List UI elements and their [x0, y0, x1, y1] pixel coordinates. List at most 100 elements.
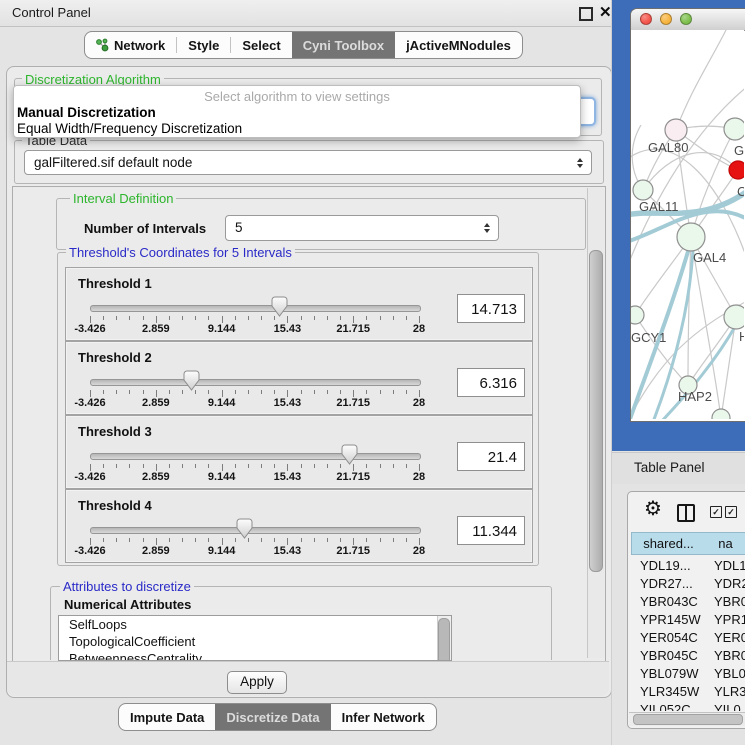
close-traffic-light-icon[interactable]	[640, 13, 652, 25]
slider-track[interactable]	[90, 379, 421, 386]
tick-label: 28	[413, 323, 425, 335]
tick-mark	[103, 390, 104, 394]
checkbox-icon[interactable]: ✓	[725, 506, 737, 518]
tick-mark	[366, 390, 367, 394]
tab-impute-data[interactable]: Impute Data	[119, 704, 215, 730]
hscrollbar-thumb[interactable]	[633, 714, 743, 725]
attribute-list-item[interactable]: TopologicalCoefficient	[59, 633, 451, 650]
tick-mark	[116, 464, 117, 468]
zoom-traffic-light-icon[interactable]	[680, 13, 692, 25]
list-scrollbar-thumb[interactable]	[438, 618, 450, 661]
slider-thumb[interactable]	[341, 444, 358, 465]
algorithm-option[interactable]: Manual Discretization	[14, 105, 580, 121]
threshold-row: Threshold 3-3.4262.8599.14415.4321.71528…	[65, 415, 533, 489]
network-node[interactable]	[724, 118, 744, 140]
tick-mark	[90, 390, 91, 397]
float-window-icon[interactable]	[579, 7, 593, 21]
network-window-titlebar[interactable]	[631, 9, 745, 31]
network-edge[interactable]	[676, 30, 726, 130]
network-edge[interactable]	[635, 315, 688, 385]
algorithm-option[interactable]: Equal Width/Frequency Discretization	[14, 121, 580, 137]
tab-discretize-data[interactable]: Discretize Data	[215, 704, 330, 730]
tick-mark	[129, 390, 130, 394]
table-row[interactable]: YDL19...YDL1	[631, 557, 745, 575]
network-node[interactable]	[631, 306, 644, 324]
table-row[interactable]: YER054CYER0	[631, 629, 745, 647]
threshold-value-field[interactable]: 14.713	[457, 294, 525, 323]
apply-button[interactable]: Apply	[227, 671, 287, 694]
table-row[interactable]: YBR043CYBR0	[631, 593, 745, 611]
tick-mark	[208, 316, 209, 320]
tick-label: -3.426	[74, 471, 105, 483]
tick-mark	[103, 464, 104, 468]
minimize-traffic-light-icon[interactable]	[660, 13, 672, 25]
slider-thumb[interactable]	[271, 296, 288, 317]
tab-infer-network[interactable]: Infer Network	[331, 704, 436, 730]
attributes-list-items: SelfLoopsTopologicalCoefficientBetweenne…	[59, 616, 451, 661]
tick-mark	[301, 464, 302, 468]
network-node[interactable]	[665, 119, 687, 141]
tab-jactivemnodules[interactable]: jActiveMNodules	[395, 32, 522, 58]
threshold-value-field[interactable]: 6.316	[457, 368, 525, 397]
attributes-group-label: Attributes to discretize	[60, 579, 194, 594]
tick-label: 21.715	[336, 323, 370, 335]
network-edge[interactable]	[688, 237, 691, 385]
threshold-label: Threshold 1	[78, 276, 152, 291]
panel-scrollbar-thumb[interactable]	[589, 250, 603, 572]
close-icon[interactable]: ✕	[599, 3, 612, 21]
tick-mark	[116, 390, 117, 394]
tick-mark	[406, 464, 407, 468]
network-node[interactable]	[712, 409, 730, 419]
tick-mark	[393, 316, 394, 320]
network-node[interactable]	[677, 223, 705, 251]
column-header-name[interactable]: na	[705, 532, 745, 555]
threshold-label: Threshold 3	[78, 424, 152, 439]
tick-mark	[261, 390, 262, 394]
tick-mark	[182, 464, 183, 468]
table-row[interactable]: YDR27...YDR2	[631, 575, 745, 593]
network-node[interactable]	[633, 180, 653, 200]
network-edge[interactable]	[721, 317, 736, 418]
attribute-list-item[interactable]: BetweennessCentrality	[59, 650, 451, 661]
table-data-combobox[interactable]: galFiltered.sif default node	[24, 150, 592, 175]
threshold-value-field[interactable]: 21.4	[457, 442, 525, 471]
tab-select[interactable]: Select	[231, 32, 291, 58]
intervals-spinner[interactable]: 5	[225, 215, 499, 241]
cell-shared-name: YLR345W	[640, 683, 699, 701]
table-row[interactable]: YBL079WYBL0	[631, 665, 745, 683]
stepper-arrows-icon	[577, 158, 583, 168]
table-row[interactable]: YBR045CYBR0	[631, 647, 745, 665]
attribute-list-item[interactable]: SelfLoops	[59, 616, 451, 633]
checkbox-icon[interactable]: ✓	[710, 506, 722, 518]
slider-thumb[interactable]	[236, 518, 253, 539]
slider-track[interactable]	[90, 305, 421, 312]
tab-style[interactable]: Style	[177, 32, 230, 58]
threshold-value-field[interactable]: 11.344	[457, 516, 525, 545]
tick-label: 28	[413, 471, 425, 483]
table-row[interactable]: YLR345WYLR3	[631, 683, 745, 701]
slider-thumb[interactable]	[183, 370, 200, 391]
tick-mark	[353, 316, 354, 323]
tick-mark	[103, 538, 104, 542]
tick-mark	[235, 390, 236, 394]
tab-network[interactable]: Network	[85, 32, 176, 58]
slider-track[interactable]	[90, 453, 421, 460]
tick-mark	[222, 316, 223, 323]
tick-mark	[380, 390, 381, 394]
table-row[interactable]: YIL052CYIL0	[631, 701, 745, 711]
slider-track[interactable]	[90, 527, 421, 534]
column-header-shared[interactable]: shared...	[631, 532, 706, 555]
network-canvas[interactable]: GAL80GACGAL11GAL4GCY1HHAP2	[631, 30, 744, 419]
split-column-icon[interactable]	[677, 504, 695, 522]
tick-mark	[195, 316, 196, 320]
network-node[interactable]	[729, 161, 744, 179]
list-scrollbar-track[interactable]	[437, 616, 451, 660]
network-node[interactable]	[724, 305, 744, 329]
gear-icon[interactable]: ⚙	[644, 499, 662, 519]
table-row[interactable]: YPR145WYPR1	[631, 611, 745, 629]
cell-shared-name: YER054C	[640, 629, 698, 647]
tick-mark	[248, 464, 249, 468]
attributes-list: SelfLoopsTopologicalCoefficientBetweenne…	[58, 615, 452, 661]
tab-cyni-toolbox[interactable]: Cyni Toolbox	[292, 32, 395, 58]
network-edge[interactable]	[661, 325, 736, 419]
